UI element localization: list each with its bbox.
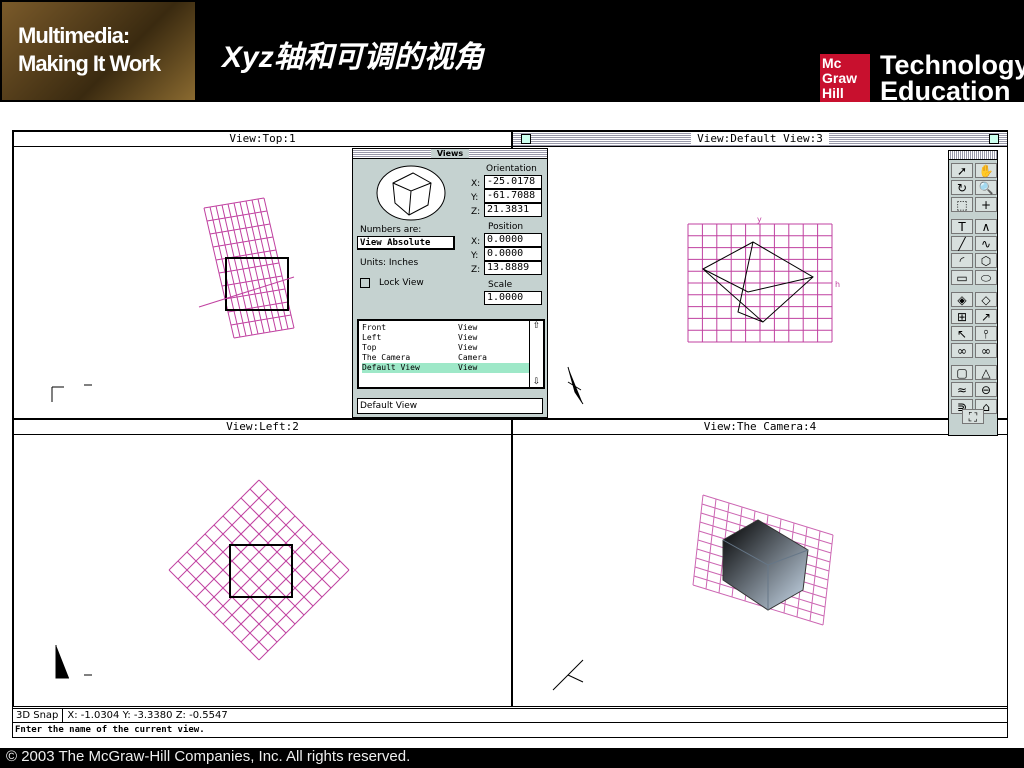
oval-tool-icon[interactable]: ⬭ [975, 270, 997, 285]
tool-palette: ➚ ✋ ↻ 🔍 ⬚ + T ∧ ╱ ∿ ◜ ⬡ ▭ ⬭ ◈ ◇ ⊞ ↗ ↖ ⫯ ∞ ∞ ▢ △ ≈ ⊖ ⋑ ⌂ ⛶ [948, 150, 998, 436]
magnify-tool-icon[interactable]: 🔍 [975, 180, 997, 195]
list-item[interactable]: Top View [362, 343, 532, 353]
views-palette: Views Orientation X: Y: Z: -25.0178 -61.… [352, 148, 548, 418]
orientation-z-field[interactable]: 21.3831 [484, 203, 542, 217]
marquee-tool-icon[interactable]: ⬚ [951, 197, 973, 212]
orientation-trackball[interactable] [373, 163, 453, 228]
orientation-y-field[interactable]: -61.7088 [484, 189, 542, 203]
arrow-tool-icon[interactable]: ➚ [951, 163, 973, 178]
rectangle-tool-icon[interactable]: ▭ [951, 270, 973, 285]
pin-tool-icon[interactable]: ⫯ [975, 326, 997, 341]
scale-field[interactable]: 1.0000 [484, 291, 542, 305]
coordinates-readout: X: -1.0304 Y: -3.3380 Z: -0.5547 [67, 710, 228, 721]
mcgraw-hill-logo: Mc Graw Hill [820, 54, 870, 102]
view-camera[interactable]: View:The Camera:4 [512, 419, 1008, 707]
box-tool-icon[interactable]: ▢ [951, 365, 973, 380]
camera-view-canvas [552, 494, 834, 691]
position-y-field[interactable]: 0.0000 [484, 247, 542, 261]
multimedia-logo: Multimedia: Making It Work [2, 2, 195, 100]
curve-tool-icon[interactable]: ∿ [975, 236, 997, 251]
text-tool-icon[interactable]: T [951, 219, 973, 234]
list-item[interactable]: Left View [362, 333, 532, 343]
list-item-selected[interactable]: Default View View [362, 363, 532, 373]
technology-education-text: Technology Education [880, 50, 1024, 106]
views-list: Front View Left View Top View The Camera Cam… [357, 319, 545, 389]
fit-tool-icon[interactable]: ⛶ [962, 409, 984, 424]
link-tool-icon[interactable]: ∞ [951, 343, 973, 358]
message-line: Fnter the name of the current view. [13, 722, 1007, 737]
list-scrollbar[interactable]: ⇧ ⇩ [529, 321, 543, 387]
default-view-canvas: hy [567, 215, 840, 405]
svg-text:h: h [835, 280, 840, 289]
snap-label[interactable]: 3D Snap [16, 710, 58, 721]
polygon-tool-icon[interactable]: ⬡ [975, 253, 997, 268]
texture-tool-icon[interactable]: ◇ [975, 292, 997, 307]
line-tool-icon[interactable]: ╱ [951, 236, 973, 251]
hand-tool-icon[interactable]: ✋ [975, 163, 997, 178]
polyline-tool-icon[interactable]: ∧ [975, 219, 997, 234]
view-left[interactable]: View:Left:2 [13, 419, 512, 707]
list-item[interactable]: The Camera Camera [362, 353, 532, 363]
wave-tool-icon[interactable]: ≈ [951, 382, 973, 397]
unlink-tool-icon[interactable]: ∞ [975, 343, 997, 358]
svg-text:y: y [757, 215, 762, 224]
rotate-tool-icon[interactable]: ↻ [951, 180, 973, 195]
copyright-footer: © 2003 The McGraw-Hill Companies, Inc. A… [0, 748, 1024, 768]
left-view-canvas [55, 479, 350, 679]
arc-tool-icon[interactable]: ◜ [951, 253, 973, 268]
status-bar: 3D Snap X: -1.0304 Y: -3.3380 Z: -0.5547 [13, 708, 1007, 722]
paint-tool-icon[interactable]: ◈ [951, 292, 973, 307]
orientation-x-field[interactable]: -25.0178 [484, 175, 542, 189]
point-arrow-tool-icon[interactable]: ↖ [951, 326, 973, 341]
slide-title: Xyz轴和可调的视角 [222, 41, 484, 74]
view-name-input[interactable]: Default View [357, 398, 543, 414]
tool-palette-drag-bar[interactable] [949, 151, 997, 160]
numbers-are-popup[interactable]: View Absolute [357, 236, 455, 250]
slide-header: Multimedia: Making It Work Xyz轴和可调的视角 Mc G… [0, 0, 1024, 106]
lock-view-checkbox[interactable] [360, 278, 370, 288]
cylinder-tool-icon[interactable]: ⊖ [975, 382, 997, 397]
view-default[interactable]: View:Default View:3 hy [512, 131, 1008, 419]
crosshair-tool-icon[interactable]: + [975, 197, 997, 212]
align-tool-icon[interactable]: ⊞ [951, 309, 973, 324]
list-item[interactable]: Front View [362, 323, 532, 333]
cone-tool-icon[interactable]: △ [975, 365, 997, 380]
position-x-field[interactable]: 0.0000 [484, 233, 542, 247]
bezier-tool-icon[interactable]: ↗ [975, 309, 997, 324]
position-z-field[interactable]: 13.8889 [484, 261, 542, 275]
palette-title-bar[interactable]: Views [353, 149, 547, 159]
